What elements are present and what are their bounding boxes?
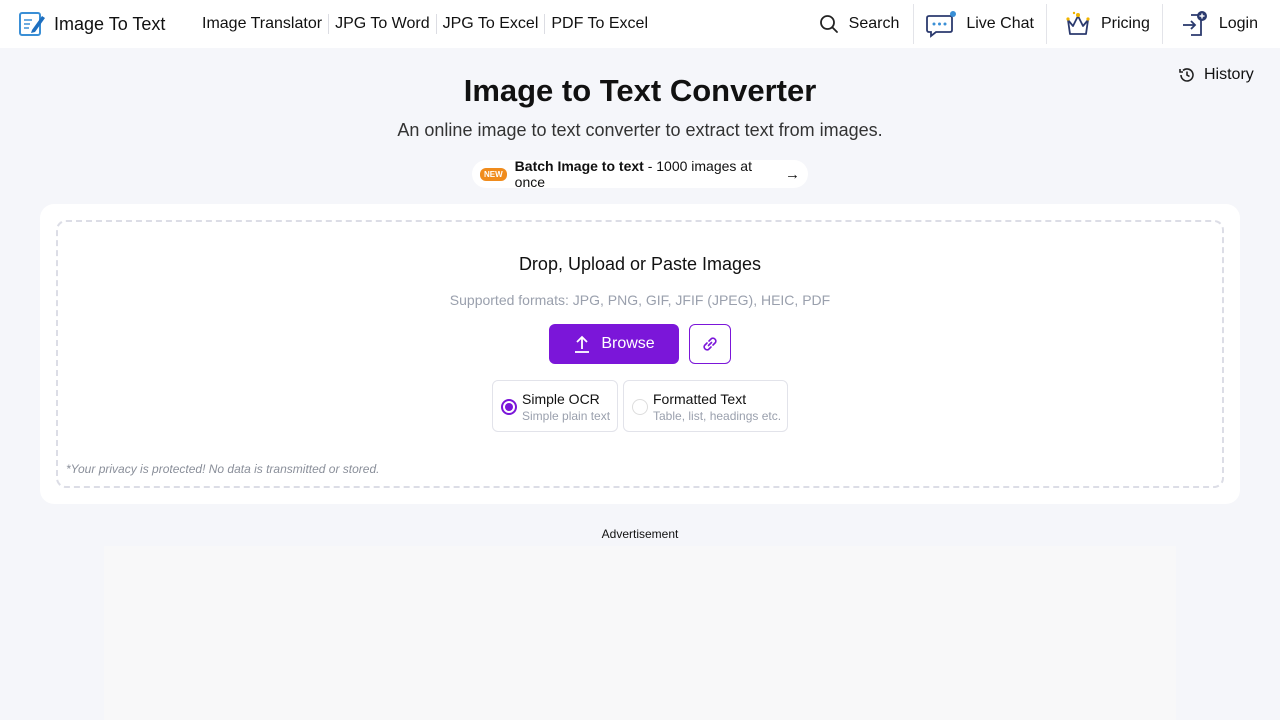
new-badge: NEW [480,167,507,181]
search-icon [819,15,838,33]
batch-promo-bold: Batch Image to text [514,158,644,174]
upload-card: Drop, Upload or Paste Images Supported f… [40,204,1240,504]
top-navigation-bar: Image To Text Image Translator JPG To Wo… [0,0,1280,48]
simple-ocr-radio[interactable] [501,399,517,415]
page-subtitle: An online image to text converter to ext… [397,120,883,140]
drop-zone[interactable]: Drop, Upload or Paste Images Supported f… [56,220,1224,488]
simple-ocr-title: Simple OCR [522,391,600,407]
nav-pdf-to-excel[interactable]: PDF To Excel [545,14,654,34]
option-formatted-text[interactable]: Formatted Text Table, list, headings etc… [623,380,788,432]
batch-promo-text: Batch Image to text - 1000 images at onc… [515,158,777,190]
nav-jpg-to-excel[interactable]: JPG To Excel [437,14,545,34]
nav-image-translator[interactable]: Image Translator [196,14,328,34]
chat-bubble-icon [926,11,957,38]
brand-label: Image To Text [54,13,166,34]
privacy-note: *Your privacy is protected! No data is t… [66,462,380,476]
nav-divider [1161,4,1163,44]
option-simple-ocr[interactable]: Simple OCR Simple plain text [492,380,618,432]
pricing-button[interactable]: Pricing [1065,10,1150,38]
browse-button[interactable]: Browse [549,324,679,364]
link-icon [703,337,717,351]
nav-jpg-to-word[interactable]: JPG To Word [329,14,436,34]
pricing-label: Pricing [1100,15,1150,32]
login-label: Login [1218,15,1258,32]
live-chat-button[interactable]: Live Chat [926,10,1034,38]
advertisement-label: Advertisement [601,527,679,541]
main-nav: Image Translator JPG To Word JPG To Exce… [196,0,654,48]
upload-icon [575,335,590,353]
advertisement-area [104,546,1176,720]
live-chat-label: Live Chat [966,15,1034,32]
right-nav: Search Live Chat Pricing Login [819,0,1280,48]
paste-url-button[interactable] [689,324,731,364]
search-button[interactable]: Search [819,14,900,34]
search-label: Search [848,15,900,32]
formatted-text-desc: Table, list, headings etc. [653,409,782,423]
login-icon [1182,11,1207,36]
nav-divider [913,4,915,44]
supported-formats-text: Supported formats: JPG, PNG, GIF, JFIF (… [449,292,831,308]
login-button[interactable]: Login [1181,9,1258,39]
brand-logo-link[interactable]: Image To Text [18,10,165,38]
crown-icon [1066,11,1090,35]
formatted-text-radio[interactable] [632,399,648,415]
notepad-pen-icon [19,12,45,36]
nav-divider [1045,4,1047,44]
browse-label: Browse [601,335,655,352]
arrow-right-icon: → [785,165,800,183]
formatted-text-title: Formatted Text [653,391,747,407]
drop-zone-title: Drop, Upload or Paste Images [518,254,762,274]
page-title: Image to Text Converter [463,73,817,108]
batch-promo-link[interactable]: NEW Batch Image to text - 1000 images at… [472,158,808,190]
simple-ocr-desc: Simple plain text [522,409,611,423]
